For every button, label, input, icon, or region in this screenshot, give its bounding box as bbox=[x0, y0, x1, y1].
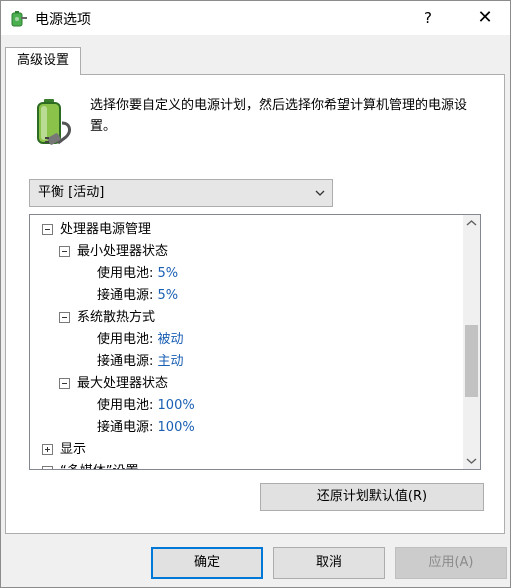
tab-advanced-settings[interactable]: 高级设置 bbox=[5, 47, 81, 75]
tree-item-max-processor-state[interactable]: 最大处理器状态 bbox=[77, 374, 168, 394]
expand-multimedia-icon[interactable] bbox=[42, 466, 53, 469]
restore-defaults-button[interactable]: 还原计划默认值(R) bbox=[260, 483, 484, 511]
tree-item-display[interactable]: 显示 bbox=[60, 440, 86, 460]
tree-item-min-processor-state[interactable]: 最小处理器状态 bbox=[77, 242, 168, 262]
setting-value[interactable]: 5% bbox=[158, 266, 179, 281]
tree-item-cooling-policy[interactable]: 系统散热方式 bbox=[77, 308, 155, 328]
setting-label: 使用电池: bbox=[97, 332, 154, 347]
tree-item-processor-power[interactable]: 处理器电源管理 bbox=[60, 220, 151, 240]
scrollbar-thumb[interactable] bbox=[465, 325, 478, 397]
tree-item-multimedia[interactable]: “多媒体”设置 bbox=[60, 462, 138, 469]
tree-item-max-state-ac[interactable]: 接通电源: 100% bbox=[97, 418, 195, 438]
setting-label: 使用电池: bbox=[97, 398, 154, 413]
setting-label: 接通电源: bbox=[97, 288, 154, 303]
window-title: 电源选项 bbox=[35, 12, 91, 28]
setting-label: 接通电源: bbox=[97, 354, 154, 369]
tree-item-min-state-battery[interactable]: 使用电池: 5% bbox=[97, 264, 178, 284]
power-options-dialog: 电源选项 ? ✕ 高级设置 选择你要自定义的电源计划，然后选择你希望计算机管理的… bbox=[0, 0, 511, 588]
collapse-min-state-icon[interactable] bbox=[59, 246, 70, 257]
scroll-up-icon[interactable] bbox=[463, 215, 480, 232]
setting-value[interactable]: 100% bbox=[158, 398, 195, 413]
setting-value[interactable]: 主动 bbox=[158, 354, 184, 369]
help-button[interactable]: ? bbox=[405, 1, 451, 35]
collapse-max-state-icon[interactable] bbox=[59, 378, 70, 389]
setting-value[interactable]: 100% bbox=[158, 420, 195, 435]
tree-item-min-state-ac[interactable]: 接通电源: 5% bbox=[97, 286, 178, 306]
setting-label: 接通电源: bbox=[97, 420, 154, 435]
power-plan-value: 平衡 [活动] bbox=[38, 185, 105, 200]
scroll-down-icon[interactable] bbox=[463, 452, 480, 469]
title-bar: 电源选项 ? ✕ bbox=[1, 1, 510, 35]
collapse-processor-icon[interactable] bbox=[42, 224, 53, 235]
tree-item-cooling-battery[interactable]: 使用电池: 被动 bbox=[97, 330, 184, 350]
tree-scrollbar[interactable] bbox=[463, 215, 480, 469]
panel-description: 选择你要自定义的电源计划，然后选择你希望计算机管理的电源设置。 bbox=[90, 98, 468, 134]
apply-button: 应用(A) bbox=[395, 547, 507, 579]
power-options-icon bbox=[11, 11, 27, 27]
collapse-cooling-icon[interactable] bbox=[59, 312, 70, 323]
battery-plug-icon bbox=[37, 99, 71, 145]
power-settings-tree[interactable]: 处理器电源管理 最小处理器状态 使用电池: 5% 接通电源: 5% 系统散热方式… bbox=[29, 214, 481, 470]
power-plan-dropdown[interactable]: 平衡 [活动] bbox=[29, 179, 333, 207]
close-button[interactable]: ✕ bbox=[461, 1, 509, 35]
tree-item-cooling-ac[interactable]: 接通电源: 主动 bbox=[97, 352, 184, 372]
cancel-button[interactable]: 取消 bbox=[273, 547, 385, 579]
setting-label: 使用电池: bbox=[97, 266, 154, 281]
setting-value[interactable]: 5% bbox=[158, 288, 179, 303]
chevron-down-icon bbox=[315, 190, 325, 196]
ok-button[interactable]: 确定 bbox=[151, 547, 263, 579]
tree-item-max-state-battery[interactable]: 使用电池: 100% bbox=[97, 396, 195, 416]
advanced-settings-panel: 选择你要自定义的电源计划，然后选择你希望计算机管理的电源设置。 平衡 [活动] … bbox=[5, 74, 505, 534]
expand-display-icon[interactable] bbox=[42, 444, 53, 455]
setting-value[interactable]: 被动 bbox=[158, 332, 184, 347]
